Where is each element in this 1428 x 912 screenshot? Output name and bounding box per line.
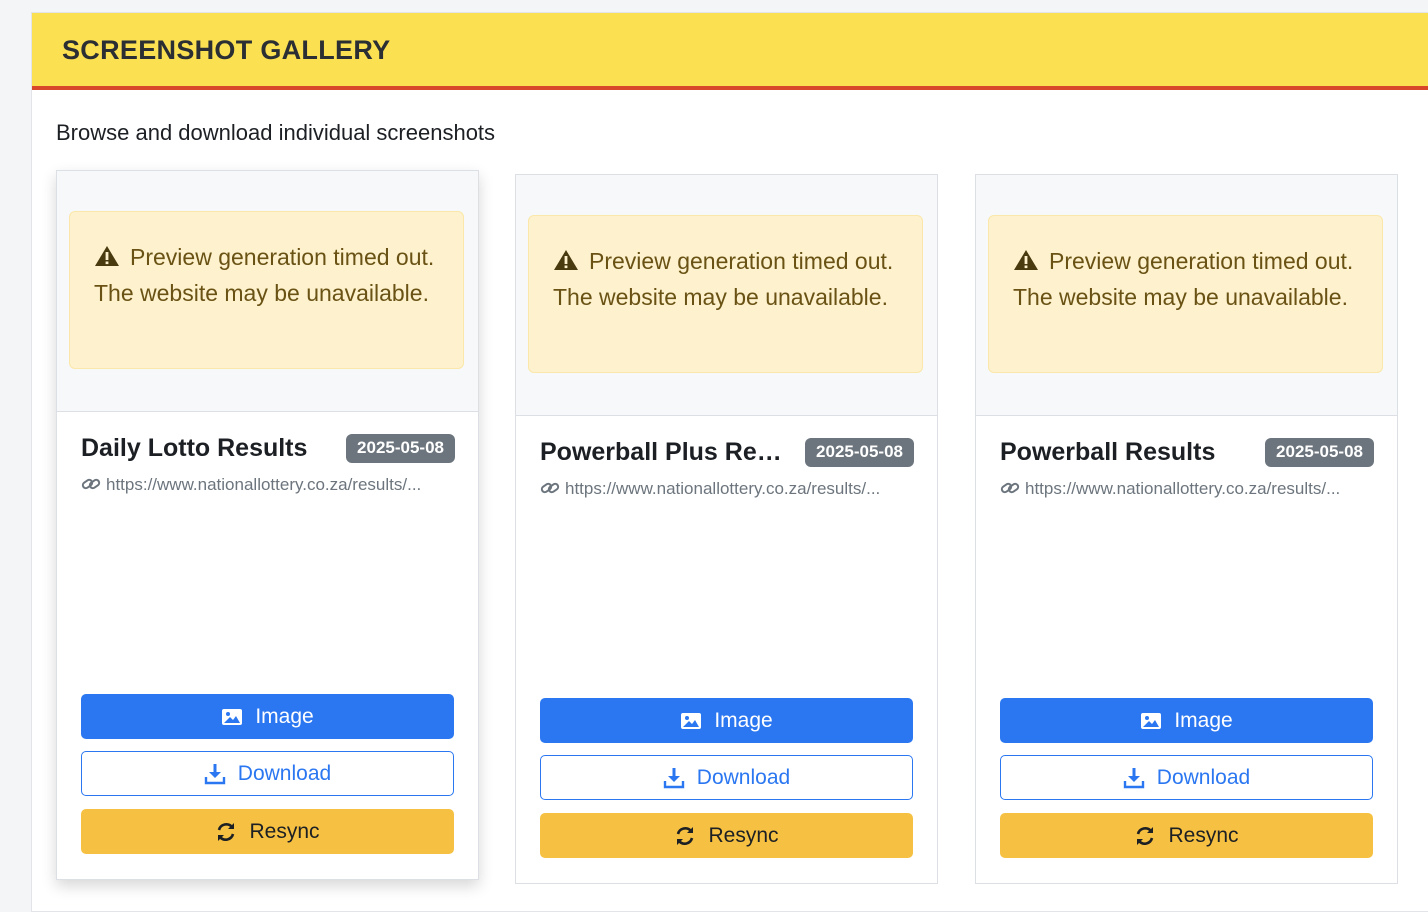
download-button[interactable]: Download [81, 751, 454, 796]
image-icon [1141, 712, 1162, 729]
alert-text: Preview generation timed out. The websit… [94, 244, 435, 306]
panel-header: SCREENSHOT GALLERY [32, 13, 1428, 90]
page-title: SCREENSHOT GALLERY [62, 35, 391, 65]
resync-button-label: Resync [249, 819, 320, 843]
alert-text: Preview generation timed out. The websit… [1013, 248, 1354, 310]
resync-button[interactable]: Resync [1000, 813, 1373, 858]
image-button[interactable]: Image [81, 694, 454, 739]
image-icon [681, 712, 702, 729]
link-icon [540, 482, 560, 494]
warning-triangle-icon [1014, 250, 1038, 270]
download-icon [1123, 767, 1144, 788]
preview-timeout-alert: Preview generation timed out. The websit… [988, 215, 1383, 373]
screenshot-card: Preview generation timed out. The websit… [515, 174, 938, 884]
url-text: https://www.nationallottery.co.za/result… [106, 475, 422, 494]
image-button-label: Image [255, 704, 314, 728]
url-text: https://www.nationallottery.co.za/result… [565, 479, 881, 498]
resync-button-label: Resync [708, 823, 779, 847]
url-text: https://www.nationallottery.co.za/result… [1025, 479, 1341, 498]
card-url: https://www.nationallottery.co.za/result… [1000, 479, 1370, 499]
download-button[interactable]: Download [1000, 755, 1373, 800]
download-button-label: Download [237, 761, 332, 785]
resync-button[interactable]: Resync [81, 809, 454, 854]
warning-triangle-icon [554, 250, 578, 270]
card-url: https://www.nationallottery.co.za/result… [81, 475, 451, 495]
download-icon [204, 763, 225, 784]
image-icon [222, 708, 243, 725]
link-icon [1000, 482, 1020, 494]
card-url: https://www.nationallottery.co.za/result… [540, 479, 910, 499]
card-title: Powerball Plus Res... [540, 438, 785, 466]
sync-icon [677, 826, 694, 845]
resync-button-label: Resync [1168, 823, 1239, 847]
image-button-label: Image [714, 708, 773, 732]
preview-timeout-alert: Preview generation timed out. The websit… [69, 211, 464, 369]
download-button-label: Download [696, 765, 791, 789]
alert-text: Preview generation timed out. The websit… [553, 248, 894, 310]
page-subtitle: Browse and download individual screensho… [56, 120, 496, 145]
sync-icon [218, 822, 235, 841]
date-badge: 2025-05-08 [805, 438, 914, 467]
card-preview: Preview generation timed out. The websit… [516, 175, 937, 416]
card-title: Powerball Results [1000, 438, 1216, 466]
card-title: Daily Lotto Results [81, 434, 308, 462]
download-button[interactable]: Download [540, 755, 913, 800]
download-button-label: Download [1156, 765, 1251, 789]
image-button[interactable]: Image [540, 698, 913, 743]
sync-icon [1137, 826, 1154, 845]
screenshot-card: Preview generation timed out. The websit… [56, 170, 479, 880]
link-icon [81, 478, 101, 490]
warning-triangle-icon [95, 246, 119, 266]
image-button-label: Image [1174, 708, 1233, 732]
resync-button[interactable]: Resync [540, 813, 913, 858]
date-badge: 2025-05-08 [1265, 438, 1374, 467]
card-preview: Preview generation timed out. The websit… [57, 171, 478, 412]
date-badge: 2025-05-08 [346, 434, 455, 463]
preview-timeout-alert: Preview generation timed out. The websit… [528, 215, 923, 373]
screenshot-card: Preview generation timed out. The websit… [975, 174, 1398, 884]
card-preview: Preview generation timed out. The websit… [976, 175, 1397, 416]
image-button[interactable]: Image [1000, 698, 1373, 743]
download-icon [663, 767, 684, 788]
